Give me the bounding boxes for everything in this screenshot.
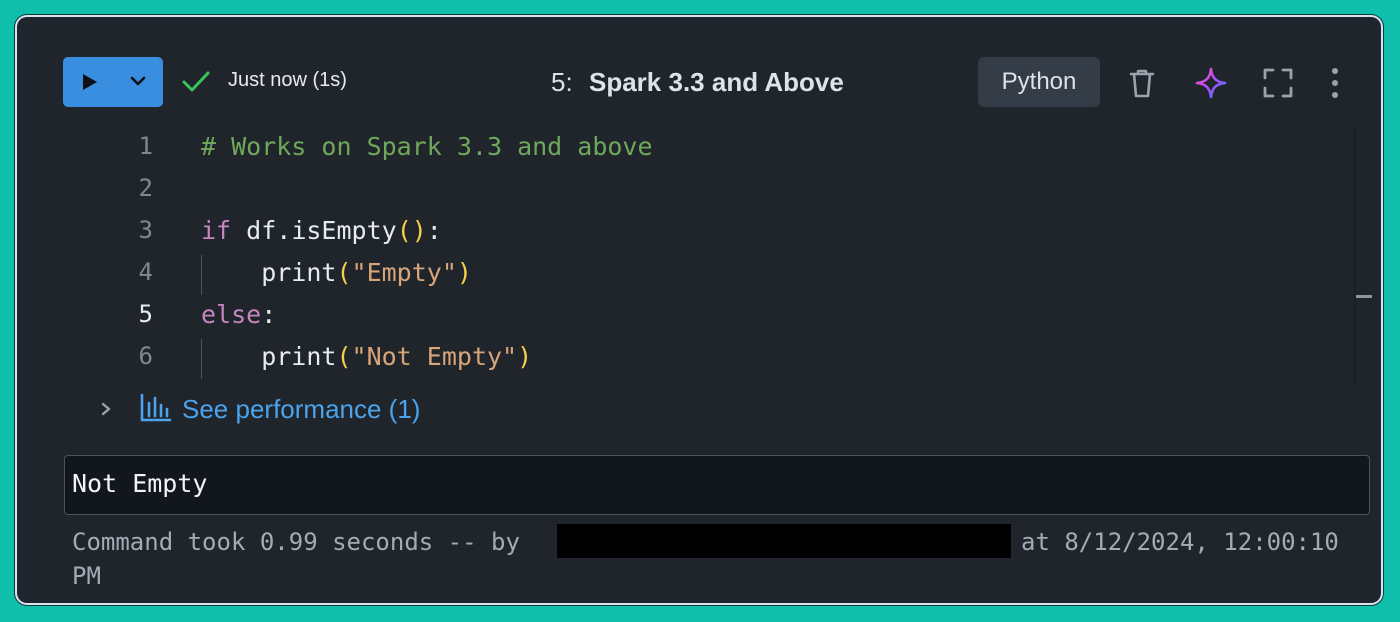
output-text: Not Empty: [72, 469, 208, 498]
command-info-text: Command took 0.99 seconds -- by: [72, 528, 520, 556]
code-keyword: else: [201, 300, 262, 329]
code-paren: (): [396, 216, 427, 245]
code-string: "Not Empty": [351, 342, 518, 371]
notebook-cell: Just now (1s) 5: Spark 3.3 and Above Pyt…: [33, 29, 1372, 597]
line-number: 6: [138, 342, 153, 370]
code-line-3: if df.isEmpty():: [201, 216, 442, 245]
run-status-text: Just now (1s): [228, 69, 347, 91]
code-text: print: [201, 342, 337, 371]
line-number: 3: [138, 216, 153, 244]
line-number: 1: [138, 132, 153, 160]
code-string: "Empty": [351, 258, 457, 287]
code-text: :: [261, 300, 277, 329]
command-timestamp-wrap: PM: [72, 562, 101, 590]
sparkle-icon[interactable]: [1194, 66, 1228, 100]
line-number: 4: [138, 258, 153, 286]
language-button[interactable]: Python: [978, 57, 1100, 107]
code-line-1: # Works on Spark 3.3 and above: [201, 132, 653, 161]
code-paren: ): [456, 258, 472, 287]
notebook-frame: Just now (1s) 5: Spark 3.3 and Above Pyt…: [15, 15, 1383, 605]
code-paren: (: [336, 342, 352, 371]
code-text: :: [426, 216, 442, 245]
code-editor[interactable]: 1 2 3 4 5 6 # Works on Spark 3.3 and abo…: [33, 129, 1367, 384]
code-keyword: if: [201, 216, 232, 245]
code-text: df.isEmpty: [231, 216, 397, 245]
cell-number: 5:: [551, 67, 573, 97]
more-vertical-icon[interactable]: [1329, 66, 1341, 100]
code-comment: # Works on Spark 3.3 and above: [201, 132, 653, 161]
code-text: print: [201, 258, 337, 287]
cell-output: Not Empty: [64, 455, 1370, 515]
code-paren: (: [336, 258, 352, 287]
command-timestamp: at 8/12/2024, 12:00:10: [1021, 528, 1339, 556]
cell-title[interactable]: Spark 3.3 and Above: [589, 67, 844, 98]
code-line-6: print("Not Empty"): [201, 342, 532, 371]
check-icon: [182, 71, 210, 92]
code-line-5: else:: [201, 300, 276, 329]
code-paren: ): [517, 342, 533, 371]
scrollbar-thumb[interactable]: [1356, 295, 1372, 298]
see-performance-link[interactable]: See performance (1): [182, 394, 420, 425]
expand-icon[interactable]: [1261, 66, 1295, 100]
code-line-4: print("Empty"): [201, 258, 472, 287]
bar-chart-icon[interactable]: [140, 393, 172, 423]
line-number: 2: [138, 174, 153, 202]
editor-scrollbar[interactable]: [1354, 125, 1371, 383]
chevron-right-icon[interactable]: [99, 401, 113, 417]
run-cell-button[interactable]: [63, 57, 163, 107]
line-number-active: 5: [138, 300, 153, 328]
chevron-down-icon[interactable]: [129, 72, 147, 90]
play-icon[interactable]: [83, 74, 97, 90]
redacted-username: [557, 524, 1011, 558]
trash-icon[interactable]: [1125, 66, 1159, 100]
